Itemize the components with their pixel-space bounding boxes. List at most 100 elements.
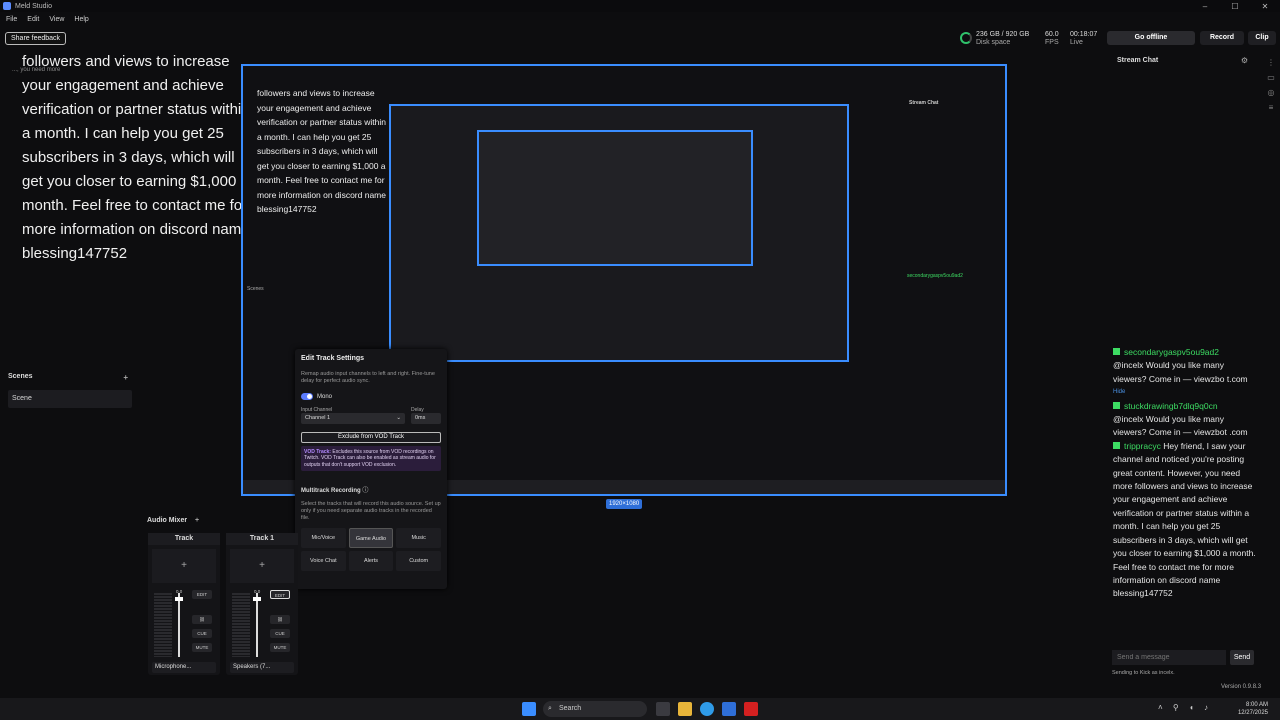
- volume-fader[interactable]: [178, 593, 180, 657]
- meld-taskbar-icon[interactable]: [656, 702, 670, 716]
- disk-stat: 236 GB / 920 GB Disk space: [976, 31, 1029, 47]
- people-icon[interactable]: ◎: [1262, 88, 1280, 97]
- audio-mixer-title: Audio Mixer: [147, 517, 188, 524]
- vod-track-title: VOD Track:: [304, 449, 331, 455]
- delay-input[interactable]: 0ms: [411, 413, 441, 424]
- add-source-button[interactable]: +: [230, 549, 294, 583]
- window-controls: – ☐ ✕: [1190, 2, 1280, 11]
- app-logo-icon: [3, 2, 11, 10]
- preview-scenes-panel: Scenes: [247, 286, 264, 292]
- chat-message: stuckdrawingb7dlq9q0cn @incelx Would you…: [1113, 400, 1258, 440]
- nested-preview-deep: [477, 130, 753, 266]
- system-tray[interactable]: ˄ ⚲ ◖ ♪: [1158, 703, 1212, 712]
- track-music[interactable]: Music: [396, 527, 441, 548]
- clip-button[interactable]: Clip: [1248, 31, 1276, 45]
- scenes-panel-header: Scenes +: [8, 373, 132, 385]
- nested-preview: [389, 104, 849, 362]
- edit-button[interactable]: EDIT: [192, 590, 212, 599]
- cue-button[interactable]: CUE: [270, 629, 290, 638]
- taskbar-search-label: Search: [559, 705, 582, 712]
- menu-bar: File Edit View Help: [0, 12, 1280, 26]
- chat-username[interactable]: trippracyc: [1124, 441, 1161, 451]
- track-alerts[interactable]: Alerts: [348, 550, 394, 571]
- clock-time: 8:00 AM: [1245, 702, 1268, 708]
- menu-help[interactable]: Help: [74, 16, 88, 23]
- scene-item[interactable]: Scene: [8, 390, 132, 408]
- chat-title: Stream Chat: [1117, 57, 1159, 64]
- strip-name[interactable]: Track 1: [226, 533, 298, 545]
- windows-start-icon[interactable]: [522, 702, 536, 716]
- hide-link[interactable]: Hide: [1113, 386, 1258, 399]
- input-channel-select[interactable]: Channel 1 ⌄: [301, 413, 405, 424]
- minimize-button[interactable]: –: [1190, 2, 1220, 11]
- fader-handle[interactable]: [175, 597, 183, 601]
- volume-fader[interactable]: [256, 593, 258, 657]
- sending-as-label: Sending to Kick as incelx.: [1112, 670, 1175, 676]
- edge-icon[interactable]: [700, 702, 714, 716]
- fader-handle[interactable]: [253, 597, 261, 601]
- clock-date: 12/27/2025: [1237, 710, 1268, 716]
- exclude-from-vod-button[interactable]: Exclude from VOD Track: [301, 432, 441, 443]
- taskbar-search[interactable]: ⌕ Search: [543, 701, 647, 717]
- scenes-title: Scenes: [8, 373, 33, 380]
- link-icon[interactable]: ⛓: [192, 615, 212, 624]
- edit-button[interactable]: EDIT: [270, 590, 290, 599]
- audio-mixer-header: Audio Mixer +: [147, 517, 199, 524]
- info-icon: ⓘ: [362, 487, 369, 494]
- overlay-partial-text: ..., you need more: [12, 67, 61, 73]
- layers-icon[interactable]: ≡: [1262, 103, 1280, 112]
- track-custom[interactable]: Custom: [396, 550, 441, 571]
- device-select[interactable]: Microphone...: [152, 662, 216, 673]
- disk-usage-icon: [960, 32, 972, 44]
- mono-label: Mono: [317, 393, 333, 400]
- taskbar-clock[interactable]: 8:00 AM 12/27/2025: [1238, 701, 1268, 717]
- gear-icon[interactable]: ⚙: [1241, 56, 1248, 65]
- chat-message-input[interactable]: [1112, 650, 1226, 665]
- add-scene-button[interactable]: +: [123, 373, 128, 382]
- fader-level: 0.0: [254, 589, 261, 594]
- folder-icon[interactable]: [678, 702, 692, 716]
- track-game-audio[interactable]: Game Audio: [348, 527, 394, 548]
- fps-label: FPS: [1045, 39, 1059, 46]
- menu-edit[interactable]: Edit: [27, 16, 39, 23]
- chat-username[interactable]: stuckdrawingb7dlq9q0cn: [1124, 401, 1218, 411]
- chat-message: trippracyc Hey friend, I saw your channe…: [1113, 440, 1258, 601]
- mute-button[interactable]: MUTE: [192, 643, 212, 652]
- fps-stat: 60.0 FPS: [1045, 31, 1059, 47]
- add-track-button[interactable]: +: [195, 517, 199, 524]
- record-button[interactable]: Record: [1200, 31, 1244, 45]
- grid-icon[interactable]: ⋮: [1262, 58, 1280, 67]
- track-voice-chat[interactable]: Voice Chat: [301, 550, 346, 571]
- mute-button[interactable]: MUTE: [270, 643, 290, 652]
- cue-button[interactable]: CUE: [192, 629, 212, 638]
- maximize-button[interactable]: ☐: [1220, 2, 1250, 11]
- strip-name[interactable]: Track: [148, 533, 220, 545]
- right-rail: ⋮ ▭ ◎ ≡: [1262, 52, 1280, 682]
- share-feedback-button[interactable]: Share feedback: [5, 32, 67, 45]
- multitrack-grid: Mic/Voice Game Audio Music Voice Chat Al…: [301, 527, 441, 571]
- app-icon[interactable]: [722, 702, 736, 716]
- close-button[interactable]: ✕: [1250, 2, 1280, 11]
- track-mic-voice[interactable]: Mic/Voice: [301, 527, 346, 548]
- chat-username[interactable]: secondarygaspv5ou9ad2: [1124, 347, 1219, 357]
- mono-toggle[interactable]: [301, 393, 313, 400]
- add-source-button[interactable]: +: [152, 549, 216, 583]
- input-channel-value: Channel 1: [305, 415, 331, 421]
- chat-icon[interactable]: ▭: [1262, 73, 1280, 82]
- device-select[interactable]: Speakers (7...: [230, 662, 294, 673]
- resolution-label: 1920×1080: [606, 499, 643, 509]
- top-bar: Share feedback 236 GB / 920 GB Disk spac…: [0, 26, 1280, 50]
- search-icon: ⌕: [548, 705, 552, 712]
- preview-chat-user: secondarygaspv5ou9ad2: [907, 273, 963, 279]
- go-offline-button[interactable]: Go offline: [1107, 31, 1195, 45]
- vod-track-info: VOD Track: Excludes this source from VOD…: [301, 446, 441, 471]
- menu-view[interactable]: View: [49, 16, 64, 23]
- live-time: 00:18:07: [1070, 31, 1098, 38]
- multitrack-title-text: Multitrack Recording: [301, 487, 361, 494]
- red-app-icon[interactable]: [744, 702, 758, 716]
- send-button[interactable]: Send: [1230, 650, 1254, 665]
- multitrack-desc: Select the tracks that will record this …: [301, 500, 441, 521]
- edit-track-settings-popover: Edit Track Settings Remap audio input ch…: [295, 349, 447, 589]
- link-icon[interactable]: ⛓: [270, 615, 290, 624]
- menu-file[interactable]: File: [6, 16, 17, 23]
